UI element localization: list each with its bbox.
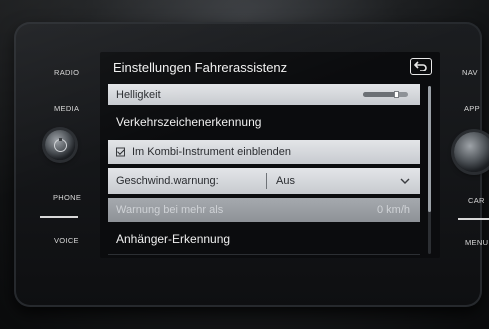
page-title: Einstellungen Fahrerassistenz: [113, 60, 288, 75]
voice-button[interactable]: VOICE: [54, 236, 79, 245]
scrollbar[interactable]: [428, 86, 431, 254]
media-button[interactable]: MEDIA: [54, 104, 79, 113]
slider-handle[interactable]: [393, 91, 399, 98]
speed-warning-label: Geschwind.warnung:: [116, 175, 219, 187]
back-arrow-icon: [414, 61, 427, 71]
phone-button[interactable]: PHONE: [53, 193, 81, 202]
car-button[interactable]: CAR: [468, 196, 485, 205]
app-button[interactable]: APP: [464, 104, 480, 113]
section-traffic-sign: Verkehrszeichenerkennung: [108, 110, 420, 134]
chevron-down-icon[interactable]: [400, 178, 410, 184]
row-separator: [108, 254, 420, 255]
back-button[interactable]: [410, 58, 432, 75]
radio-button[interactable]: RADIO: [54, 68, 79, 77]
menu-button[interactable]: MENU: [465, 238, 488, 247]
power-knob-icon: [53, 137, 67, 152]
speed-warning-row[interactable]: Geschwind.warnung: Aus: [108, 168, 420, 194]
screen-header: Einstellungen Fahrerassistenz: [100, 52, 440, 82]
warning-threshold-label: Warnung bei mehr als: [116, 204, 224, 216]
checkmark-icon[interactable]: [116, 147, 125, 157]
brightness-slider[interactable]: [363, 91, 408, 98]
section-title: Verkehrszeichenerkennung: [116, 115, 262, 129]
button-divider: [458, 218, 489, 220]
warning-threshold-value: 0 km/h: [376, 204, 410, 216]
brightness-fill: [363, 92, 397, 97]
brightness-row[interactable]: Helligkeit: [108, 84, 420, 105]
warning-threshold-row: Warnung bei mehr als 0 km/h: [108, 198, 420, 222]
speed-warning-value[interactable]: Aus: [276, 175, 295, 187]
divider: [266, 173, 267, 189]
scrollbar-thumb[interactable]: [428, 86, 431, 212]
nav-button[interactable]: NAV: [462, 68, 478, 77]
button-divider: [40, 216, 78, 218]
tuner-knob[interactable]: [454, 132, 489, 172]
kombi-display-label: Im Kombi-Instrument einblenden: [132, 146, 291, 158]
kombi-display-row[interactable]: Im Kombi-Instrument einblenden: [108, 140, 420, 164]
section-trailer-detection[interactable]: Anhänger-Erkennung: [108, 226, 420, 252]
infotainment-unit: RADIO MEDIA PHONE VOICE NAV APP CAR MENU…: [0, 0, 489, 329]
volume-knob[interactable]: [45, 130, 75, 160]
section-title: Anhänger-Erkennung: [116, 232, 231, 246]
brightness-label: Helligkeit: [116, 88, 161, 101]
display-screen: Einstellungen Fahrerassistenz Helligkeit…: [100, 52, 440, 258]
